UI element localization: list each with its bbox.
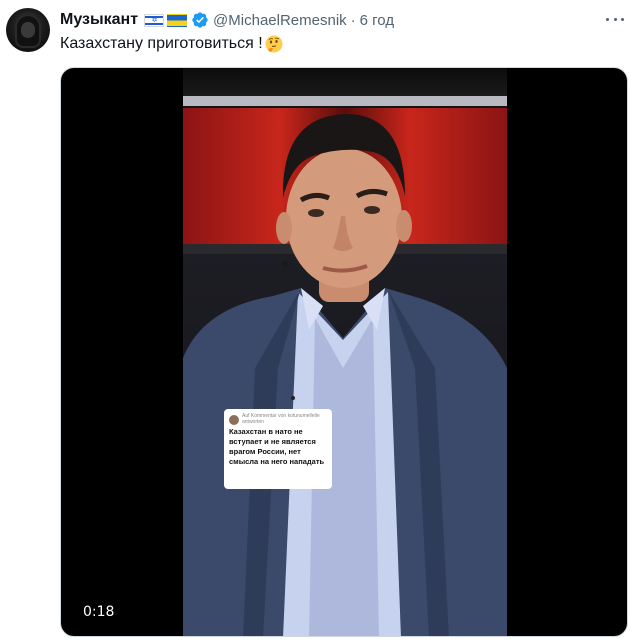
tweet-text: Казахстану приготовиться !	[60, 35, 283, 53]
caption-header: Auf Kommentar von kotunumelletle antwort…	[229, 413, 327, 425]
comment-avatar	[229, 415, 239, 425]
video-frame	[183, 68, 507, 636]
israel-flag-icon: ✡	[144, 13, 165, 27]
dot	[613, 17, 617, 21]
comment-reply-note: Auf Kommentar von kotunumelletle antwort…	[242, 413, 320, 425]
video-duration: 0:18	[83, 604, 115, 620]
comment-reply-sticker: Auf Kommentar von kotunumelletle antwort…	[224, 409, 332, 489]
tweet-header: Музыкант ✡ @MichaelRemesnik · 6 год	[60, 9, 394, 31]
dot	[606, 17, 609, 21]
tweet-timestamp[interactable]: 6 год	[360, 12, 394, 29]
tweet-text-content: Казахстану приготовиться !	[60, 35, 263, 52]
video-player[interactable]: Auf Kommentar von kotunumelletle antwort…	[60, 67, 628, 637]
speaker-figure	[183, 113, 507, 636]
comment-text: Казахстан в нато не вступает и не являет…	[229, 427, 325, 466]
avatar-face	[21, 22, 35, 38]
separator-dot: ·	[350, 11, 356, 29]
ukraine-flag-icon	[167, 13, 188, 27]
verified-badge-icon	[192, 12, 208, 28]
more-options-icon[interactable]	[604, 10, 626, 28]
avatar[interactable]	[6, 8, 50, 52]
thinking-face-icon	[265, 35, 283, 53]
display-name[interactable]: Музыкант	[60, 11, 138, 29]
user-handle[interactable]: @MichaelRemesnik	[213, 12, 347, 29]
dot	[621, 17, 624, 21]
